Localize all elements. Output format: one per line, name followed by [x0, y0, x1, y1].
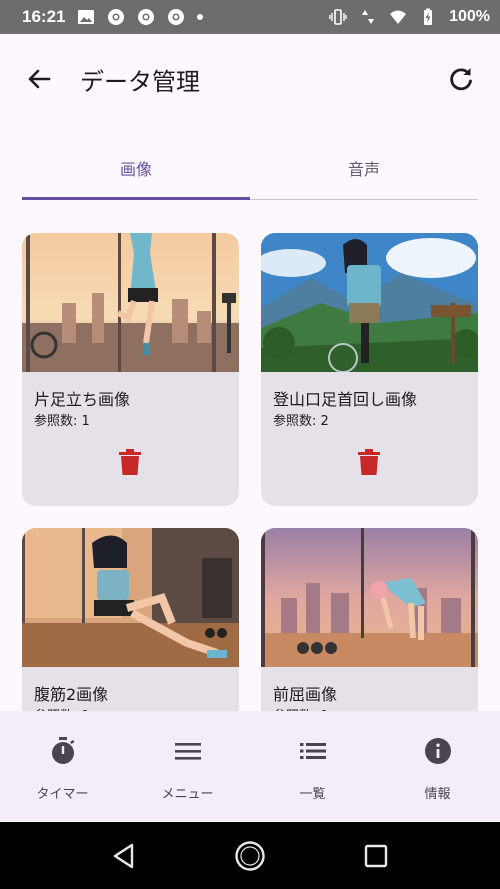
card-title: 腹筋2画像: [34, 685, 109, 704]
system-home-icon[interactable]: [234, 840, 266, 872]
image-card[interactable]: 前屈画像 参照数: 1: [261, 528, 478, 713]
status-bar: 16:21 100%: [0, 0, 500, 34]
battery-percentage: 100%: [449, 8, 490, 25]
nav-label: 一覧: [299, 787, 326, 802]
gallery-icon: [78, 10, 95, 24]
chrome-icon: [108, 9, 125, 25]
delete-icon[interactable]: [118, 449, 142, 475]
menu-icon: [174, 743, 201, 760]
data-transfer-icon: [362, 10, 375, 24]
battery-charging-icon: [424, 8, 433, 25]
card-reference-count: 参照数: 1: [34, 414, 90, 429]
card-title: 前屈画像: [273, 685, 338, 704]
image-grid: 片足立ち画像 参照数: 1 登山口足首回し画像 参照数: 2 腹筋2画像 前屈画…: [22, 233, 478, 713]
nav-item-timer[interactable]: タイマー: [0, 711, 125, 822]
image-card[interactable]: 腹筋2画像 参照数: 1: [22, 528, 239, 713]
card-thumbnail-image: [22, 528, 239, 667]
delete-icon[interactable]: [357, 449, 381, 475]
card-thumbnail-image: [261, 528, 478, 667]
image-card[interactable]: 片足立ち画像 参照数: 1: [22, 233, 239, 506]
card-title: 片足立ち画像: [34, 390, 131, 409]
info-icon: [424, 738, 451, 764]
wifi-icon: [390, 10, 407, 24]
nav-label: 情報: [424, 787, 451, 802]
card-reference-count: 参照数: 2: [273, 414, 329, 429]
timer-icon: [51, 737, 74, 764]
app-bar: データ管理: [0, 34, 500, 122]
system-back-icon[interactable]: [110, 842, 138, 870]
bottom-navigation: タイマー メニュー 一覧 情報: [0, 711, 500, 822]
tab-audio[interactable]: 音声: [250, 136, 478, 199]
tab-bar: 画像 音声: [22, 136, 478, 200]
system-navigation-bar: [0, 822, 500, 889]
nav-label: タイマー: [36, 787, 89, 802]
notification-dot-icon: [197, 14, 204, 20]
refresh-icon[interactable]: [446, 64, 476, 94]
back-arrow-icon[interactable]: [24, 64, 54, 94]
nav-item-menu[interactable]: メニュー: [125, 711, 250, 822]
vibrate-icon: [329, 9, 347, 25]
nav-item-list[interactable]: 一覧: [250, 711, 375, 822]
nav-label: メニュー: [161, 787, 214, 802]
chrome-icon: [168, 9, 185, 25]
system-recents-icon[interactable]: [362, 842, 390, 870]
card-thumbnail-image: [22, 233, 239, 372]
nav-item-info[interactable]: 情報: [375, 711, 500, 822]
card-thumbnail-image: [261, 233, 478, 372]
chrome-icon: [138, 9, 155, 25]
status-time: 16:21: [22, 7, 66, 26]
image-card[interactable]: 登山口足首回し画像 参照数: 2: [261, 233, 478, 506]
page-title: データ管理: [80, 68, 200, 96]
list-icon: [299, 743, 326, 759]
tab-images[interactable]: 画像: [22, 136, 250, 200]
card-title: 登山口足首回し画像: [273, 390, 418, 409]
